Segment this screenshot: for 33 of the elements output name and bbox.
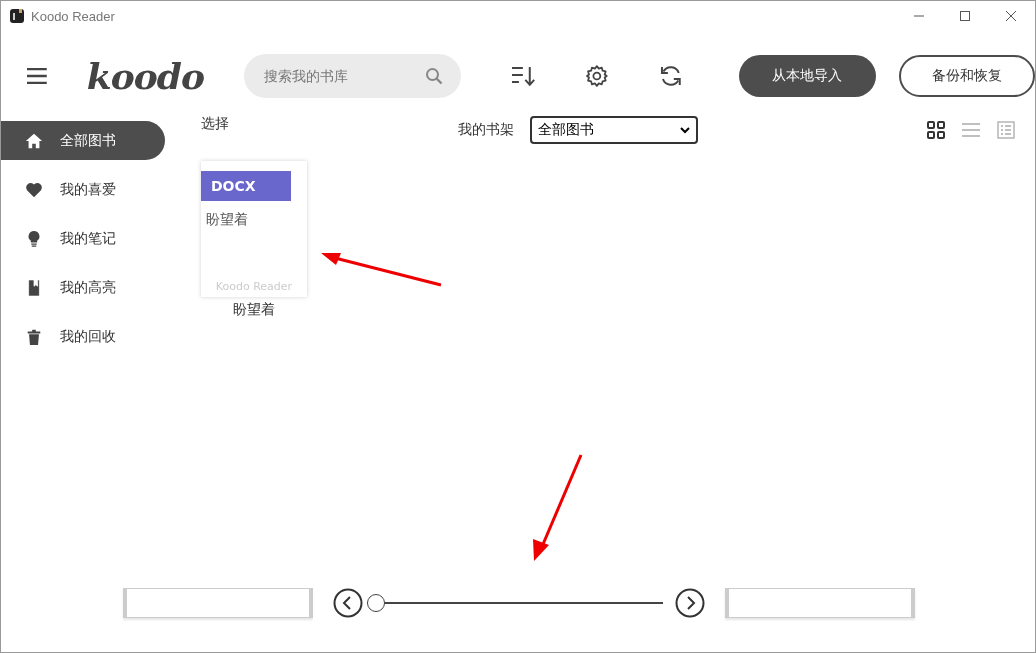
chevron-down-icon bbox=[680, 126, 690, 134]
sidebar-item[interactable]: 我的喜爱 bbox=[1, 170, 165, 209]
sync-icon[interactable] bbox=[658, 64, 683, 88]
select-link[interactable]: 选择 bbox=[201, 115, 229, 133]
window-title: Koodo Reader bbox=[31, 8, 115, 24]
heart-icon bbox=[25, 180, 43, 199]
sidebar-item[interactable]: 我的回收 bbox=[1, 317, 165, 356]
home-icon bbox=[25, 131, 43, 150]
app-icon bbox=[10, 9, 24, 23]
search-icon[interactable] bbox=[425, 67, 444, 85]
settings-icon[interactable] bbox=[584, 64, 609, 88]
shelf-dropdown[interactable]: 全部图书 bbox=[530, 116, 698, 144]
book-icon bbox=[25, 278, 43, 297]
cover-title: 盼望着 bbox=[206, 211, 249, 229]
search-field[interactable]: 搜索我的书库 bbox=[243, 54, 462, 98]
sidebar-item[interactable]: 我的高亮 bbox=[1, 268, 165, 307]
close-icon[interactable] bbox=[1005, 10, 1017, 22]
sidebar-item[interactable]: 全部图书 bbox=[1, 121, 165, 160]
slider-thumb[interactable] bbox=[367, 593, 385, 612]
trash-icon bbox=[25, 327, 43, 346]
next-page-icon[interactable] bbox=[675, 588, 705, 618]
sidebar-item[interactable]: 我的笔记 bbox=[1, 219, 165, 258]
shelf-label: 我的书架 bbox=[458, 121, 514, 139]
maximize-icon[interactable] bbox=[959, 10, 971, 22]
backup-button[interactable]: 备份和恢复 bbox=[898, 55, 1035, 97]
import-button[interactable]: 从本地导入 bbox=[739, 55, 876, 97]
app-logo: koodo bbox=[86, 55, 204, 97]
book-title: 盼望着 bbox=[233, 301, 275, 319]
grid-view-icon[interactable] bbox=[927, 121, 945, 139]
format-tag: DOCX bbox=[201, 171, 291, 201]
sort-icon[interactable] bbox=[511, 64, 535, 88]
menu-icon[interactable] bbox=[27, 67, 47, 85]
previous-page-icon[interactable] bbox=[333, 588, 363, 618]
